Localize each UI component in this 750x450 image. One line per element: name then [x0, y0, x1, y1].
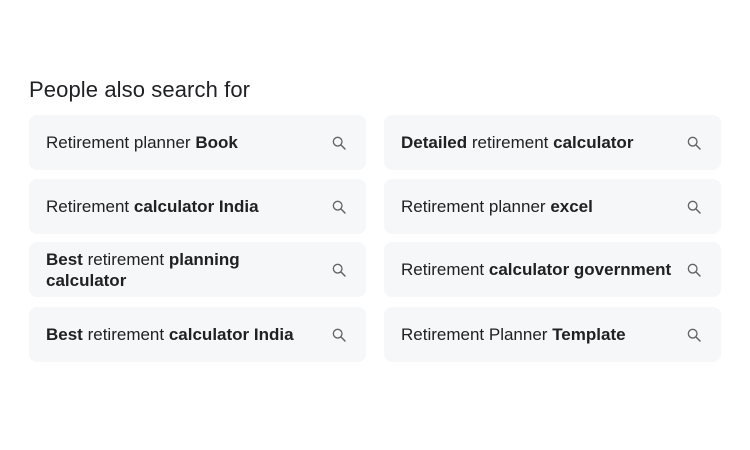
section-heading: People also search for — [29, 77, 251, 102]
chip-label-part: Retirement Planner — [401, 325, 553, 344]
search-icon — [332, 200, 346, 214]
chip-label-part: Retirement — [401, 260, 489, 279]
search-icon — [687, 136, 701, 150]
chip-label-bold-part: calculator government — [488, 260, 672, 279]
search-icon — [332, 136, 346, 150]
related-search-chip[interactable]: Detailed retirement calculator — [384, 115, 721, 170]
chip-label-bold-part: calculator — [553, 133, 634, 152]
related-search-chip[interactable]: Best retirement calculator India — [29, 307, 366, 362]
search-icon — [687, 328, 701, 342]
chip-label: Best retirement calculator India — [46, 324, 294, 345]
chip-label-bold-part: Detailed — [401, 133, 468, 152]
chip-label-bold-part: calculator India — [168, 325, 294, 344]
related-search-chip[interactable]: Retirement Planner Template — [384, 307, 721, 362]
people-also-search-section: People also search for Retirement planne… — [29, 74, 721, 362]
chip-label-part: Retirement planner — [401, 197, 551, 216]
search-icon — [687, 263, 701, 277]
search-icon — [687, 200, 701, 214]
chip-label: Retirement calculator India — [46, 196, 259, 217]
chip-label-bold-part: Best — [46, 325, 83, 344]
chip-label-bold-part: calculator India — [133, 197, 259, 216]
chip-label: Retirement calculator government — [401, 259, 671, 280]
search-icon — [332, 263, 346, 277]
related-search-chip[interactable]: Retirement planner excel — [384, 179, 721, 234]
chip-label: Best retirement planning calculator — [46, 249, 324, 291]
chip-label-part: Retirement — [46, 197, 134, 216]
chip-label-bold-part: Best — [46, 249, 83, 269]
chip-label-part: Retirement planner — [46, 133, 196, 152]
chip-label: Detailed retirement calculator — [401, 132, 633, 153]
related-search-chip[interactable]: Retirement calculator India — [29, 179, 366, 234]
chip-label-bold-part: Template — [552, 325, 626, 344]
chip-label: Retirement planner Book — [46, 132, 238, 153]
chip-label-part: retirement — [82, 325, 169, 344]
chip-label: Retirement Planner Template — [401, 324, 626, 345]
search-icon — [332, 328, 346, 342]
related-search-chip[interactable]: Best retirement planning calculator — [29, 242, 366, 297]
chip-label-part: retirement — [82, 249, 169, 269]
chip-label-part: retirement — [467, 133, 554, 152]
related-search-chip[interactable]: Retirement calculator government — [384, 242, 721, 297]
chip-label: Retirement planner excel — [401, 196, 593, 217]
chip-label-bold-part: excel — [550, 197, 593, 216]
related-search-chip[interactable]: Retirement planner Book — [29, 115, 366, 170]
chip-label-bold-part: Book — [195, 133, 238, 152]
